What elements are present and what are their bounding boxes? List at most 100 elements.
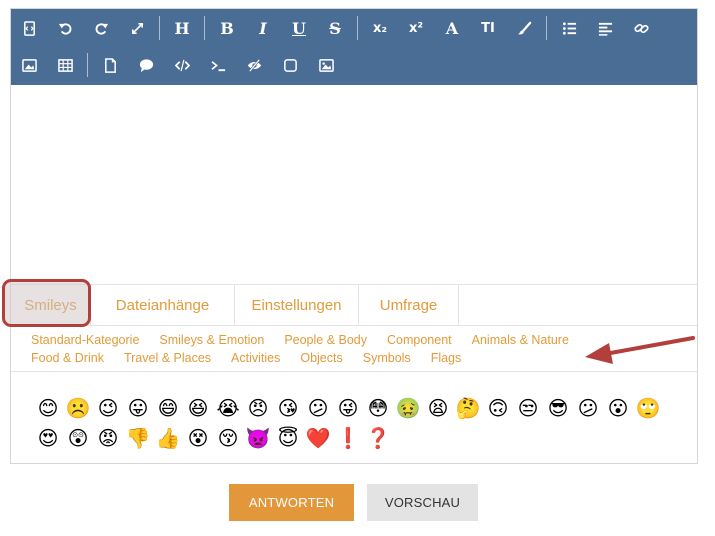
list-button[interactable]: [551, 12, 587, 44]
code-icon: [174, 59, 190, 71]
undo-button[interactable]: [47, 12, 83, 44]
tab-smileys[interactable]: Smileys: [11, 285, 91, 325]
bold-icon: B: [220, 18, 234, 38]
emoji-button[interactable]: 😇: [273, 423, 303, 453]
emoji-button[interactable]: 🤢: [393, 393, 423, 423]
emoji-category-link[interactable]: Flags: [431, 349, 462, 367]
emoji-button[interactable]: 😉: [93, 393, 123, 423]
emoji-button[interactable]: 😳: [363, 393, 393, 423]
align-left-button[interactable]: [587, 12, 623, 44]
emoji-button[interactable]: 😕: [573, 393, 603, 423]
code-button[interactable]: [164, 49, 200, 81]
emoji-button[interactable]: 👎: [123, 423, 153, 453]
toolbar-separator: [204, 16, 205, 40]
emoji-button[interactable]: 😊: [33, 393, 63, 423]
emoji-button[interactable]: 😜: [333, 393, 363, 423]
gallery-image-icon: [318, 58, 334, 72]
emoji-category-link[interactable]: Food & Drink: [31, 349, 104, 367]
gallery-image-button[interactable]: [308, 49, 344, 81]
link-button[interactable]: [623, 12, 659, 44]
toolbar-separator: [87, 53, 88, 77]
emoji-button[interactable]: 🙃: [483, 393, 513, 423]
emoji-button[interactable]: 😄: [153, 393, 183, 423]
emoji-button[interactable]: 😕: [303, 393, 333, 423]
editor-toolbar: H B I U Sx₂ x² A TI: [11, 9, 697, 85]
reply-button[interactable]: ANTWORTEN: [229, 484, 354, 521]
emoji-category-link[interactable]: Smileys & Emotion: [159, 331, 264, 349]
emoji-button[interactable]: 🙄: [633, 393, 663, 423]
tab-attachments[interactable]: Dateianhänge: [91, 285, 235, 325]
tab-poll[interactable]: Umfrage: [359, 285, 459, 325]
emoji-category-link[interactable]: People & Body: [284, 331, 367, 349]
emoji-button[interactable]: 😒: [513, 393, 543, 423]
emoji-button[interactable]: 😭: [213, 393, 243, 423]
editor-text-area[interactable]: [11, 85, 697, 283]
image-icon: [21, 58, 37, 72]
emoji-button[interactable]: 😚: [213, 423, 243, 453]
emoji-button[interactable]: ❤️: [303, 423, 333, 453]
emoji-category-link[interactable]: Standard-Kategorie: [31, 331, 139, 349]
emoji-button[interactable]: 😍: [33, 423, 63, 453]
emoji-button[interactable]: 😎: [543, 393, 573, 423]
redo-button[interactable]: [83, 12, 119, 44]
file-button[interactable]: [92, 49, 128, 81]
emoji-button[interactable]: ☹️: [63, 393, 93, 423]
toolbar-separator: [357, 16, 358, 40]
emoji-category-list: Standard-Kategorie Smileys & Emotion Peopl…: [31, 331, 591, 367]
font-size-button[interactable]: TI: [470, 12, 506, 44]
emoji-category-link[interactable]: Objects: [300, 349, 342, 367]
preview-button[interactable]: VORSCHAU: [367, 484, 478, 521]
emoji-button[interactable]: 😘: [273, 393, 303, 423]
emoji-button[interactable]: 👍: [153, 423, 183, 453]
font-color-button[interactable]: A: [434, 12, 470, 44]
table-icon: [57, 58, 73, 72]
emoji-button[interactable]: ❓: [363, 423, 393, 453]
emoji-button[interactable]: 😲: [63, 423, 93, 453]
emoji-button[interactable]: 😛: [123, 393, 153, 423]
strikethrough-button[interactable]: S: [317, 12, 353, 44]
divider: [11, 371, 697, 372]
image-button[interactable]: [11, 49, 47, 81]
font-size-icon: TI: [481, 20, 495, 36]
emoji-button[interactable]: 😡: [93, 423, 123, 453]
category-row-1: Standard-Kategorie Smileys & Emotion Peopl…: [31, 331, 591, 349]
emoji-row-2: 😍 😲 😡 👎 👍 😵 😚 👿 😇 ❤️ ❗ ❓: [33, 423, 673, 453]
category-row-2: Food & Drink Travel & Places Activities Obj…: [31, 349, 591, 367]
checkbox-icon: [283, 58, 297, 72]
emoji-button[interactable]: 😠: [243, 393, 273, 423]
table-button[interactable]: [47, 49, 83, 81]
brush-button[interactable]: [506, 12, 542, 44]
comment-button[interactable]: [128, 49, 164, 81]
heading-button[interactable]: H: [164, 12, 200, 44]
emoji-category-link[interactable]: Animals & Nature: [472, 331, 569, 349]
comment-icon: [139, 58, 153, 72]
annotation-arrow-icon: [585, 336, 695, 364]
redo-icon: [95, 22, 108, 35]
emoji-button[interactable]: 😮: [603, 393, 633, 423]
emoji-category-link[interactable]: Travel & Places: [124, 349, 211, 367]
bold-button[interactable]: B: [209, 12, 245, 44]
font-color-icon: A: [445, 18, 459, 38]
emoji-category-link[interactable]: Component: [387, 331, 452, 349]
emoji-button[interactable]: 👿: [243, 423, 273, 453]
emoji-button[interactable]: ❗: [333, 423, 363, 453]
underline-button[interactable]: U: [281, 12, 317, 44]
terminal-button[interactable]: [200, 49, 236, 81]
source-code-button[interactable]: [11, 12, 47, 44]
editor-tabs: Smileys Dateianhänge Einstellungen Umfra…: [11, 284, 697, 326]
emoji-button[interactable]: 😫: [423, 393, 453, 423]
emoji-category-link[interactable]: Activities: [231, 349, 280, 367]
italic-button[interactable]: I: [245, 12, 281, 44]
emoji-button[interactable]: 🤔: [453, 393, 483, 423]
tab-settings[interactable]: Einstellungen: [235, 285, 359, 325]
superscript-button[interactable]: x²: [398, 12, 434, 44]
spoiler-eye-button[interactable]: [236, 49, 272, 81]
checkbox-button[interactable]: [272, 49, 308, 81]
emoji-button[interactable]: 😆: [183, 393, 213, 423]
emoji-category-link[interactable]: Symbols: [363, 349, 411, 367]
toolbar-row-1: H B I U Sx₂ x² A TI: [11, 10, 659, 46]
fullscreen-button[interactable]: [119, 12, 155, 44]
spoiler-eye-icon: [247, 58, 261, 72]
emoji-button[interactable]: 😵: [183, 423, 213, 453]
subscript-button[interactable]: x₂: [362, 12, 398, 44]
